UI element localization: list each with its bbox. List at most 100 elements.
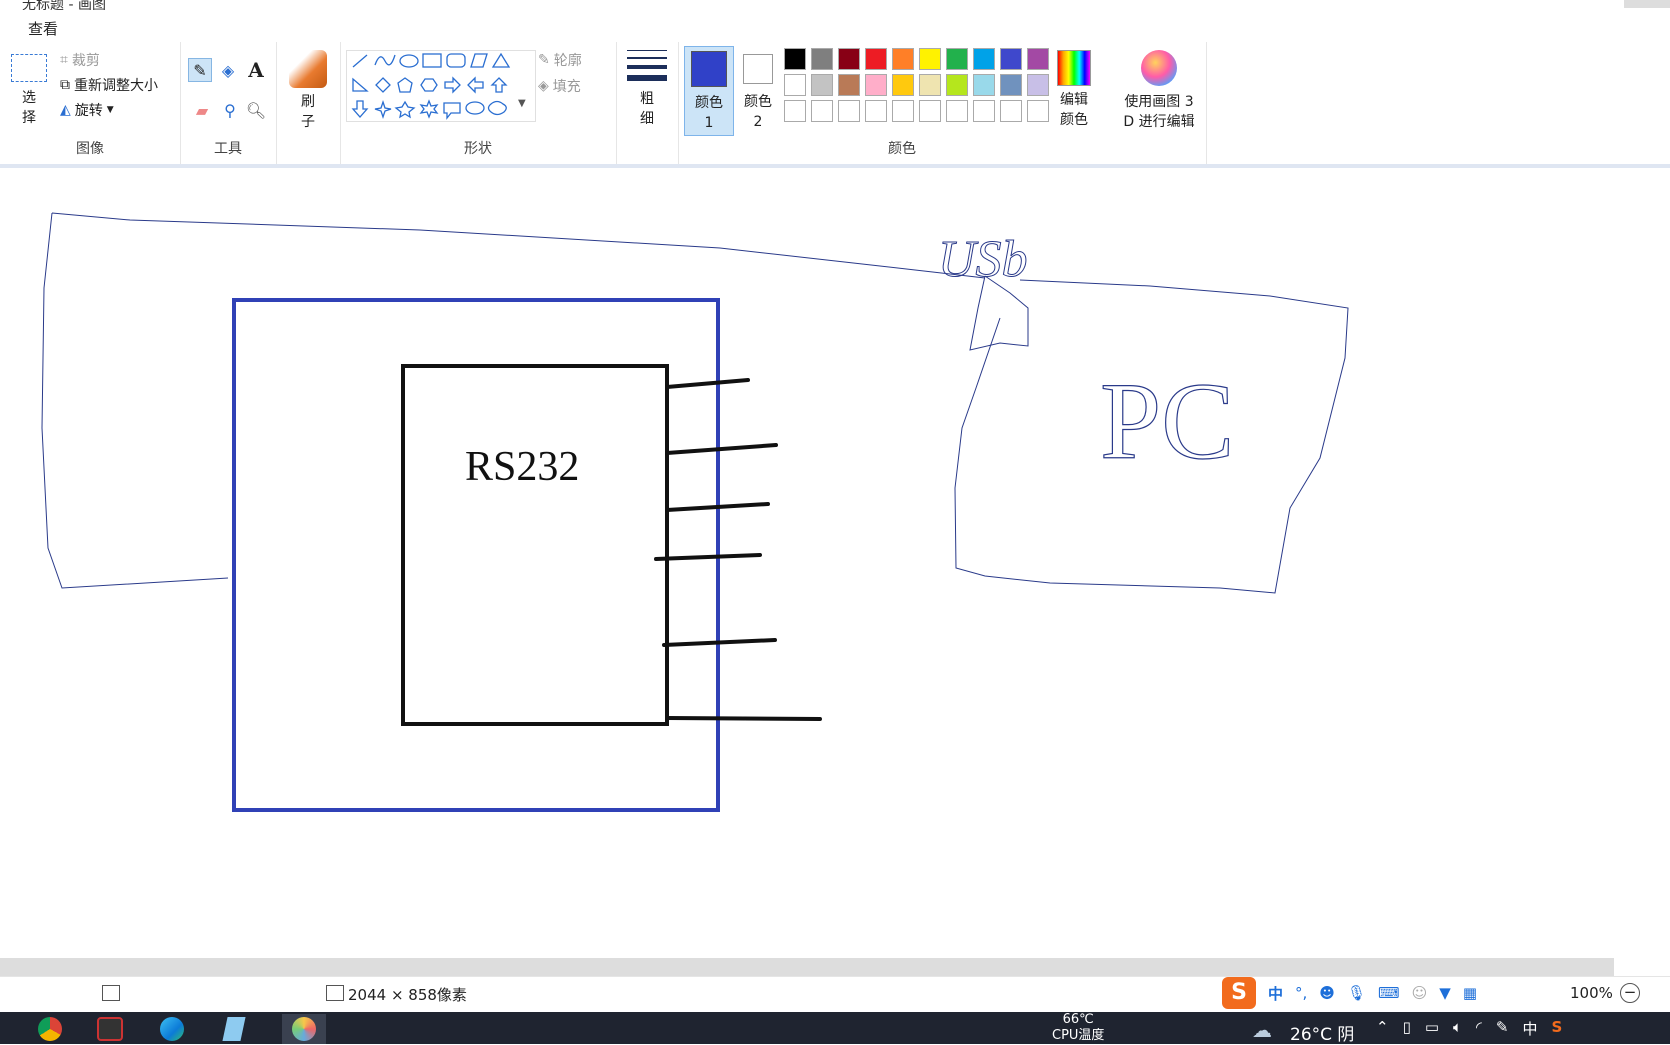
color-swatch[interactable] xyxy=(892,100,914,122)
color-swatch[interactable] xyxy=(973,48,995,70)
color-swatch[interactable] xyxy=(1027,74,1049,96)
wifi-icon[interactable]: ◜ xyxy=(1476,1018,1482,1039)
select-button[interactable]: 选择 xyxy=(10,54,48,128)
brush-button[interactable]: 刷子 xyxy=(286,50,330,132)
color-swatch[interactable] xyxy=(784,74,806,96)
color-swatch[interactable] xyxy=(1000,48,1022,70)
color-swatch[interactable] xyxy=(892,74,914,96)
app-icon[interactable] xyxy=(218,1014,250,1044)
title-bar: 无标题 - 画图 xyxy=(0,0,1670,13)
menu-bar: 查看 xyxy=(0,10,1670,42)
color2-button[interactable]: 颜色 2 xyxy=(734,46,782,134)
paint-icon[interactable] xyxy=(282,1014,326,1044)
chip-pin xyxy=(654,553,762,561)
color-swatch[interactable] xyxy=(838,74,860,96)
color-swatch[interactable] xyxy=(838,48,860,70)
color-swatch[interactable] xyxy=(973,74,995,96)
zoom-out-icon[interactable]: − xyxy=(1620,983,1640,1003)
shapes-scroll-down-icon[interactable]: ▼ xyxy=(518,98,526,109)
drawing-canvas[interactable]: USb PC RS232 xyxy=(0,168,1670,958)
color-swatch[interactable] xyxy=(784,48,806,70)
chip-pin xyxy=(662,638,777,647)
punctuation-icon[interactable]: °, xyxy=(1295,984,1307,1002)
keyboard-icon[interactable]: ⌨ xyxy=(1378,984,1400,1002)
chip-pin xyxy=(665,443,778,455)
minimize-button[interactable] xyxy=(1624,0,1670,8)
rs232-chip xyxy=(401,364,669,726)
color-swatch[interactable] xyxy=(865,48,887,70)
color-swatch[interactable] xyxy=(865,100,887,122)
user-icon[interactable]: ☺ xyxy=(1412,984,1428,1002)
chrome-icon[interactable] xyxy=(34,1014,66,1044)
edit-colors-button[interactable]: 编辑颜色 xyxy=(1054,50,1094,130)
fill-button[interactable]: ◈ 填充 xyxy=(538,76,581,96)
weather-text[interactable]: 26°C 阴 xyxy=(1290,1020,1354,1045)
select-icon xyxy=(11,54,47,82)
color-swatch[interactable] xyxy=(919,74,941,96)
outline-button[interactable]: ✎ 轮廓 xyxy=(538,50,582,70)
text-tool-icon[interactable]: A xyxy=(244,58,268,82)
color-swatch[interactable] xyxy=(919,100,941,122)
input-language[interactable]: 中 xyxy=(1522,1018,1537,1039)
paint3d-label: 使用画图 3 D 进行编辑 xyxy=(1123,94,1195,130)
microphone-icon[interactable]: 🎙︎ xyxy=(1347,984,1366,1002)
color1-button[interactable]: 颜色 1 xyxy=(684,46,734,136)
crop-button[interactable]: ⌗ 裁剪 xyxy=(60,50,100,70)
color-swatch[interactable] xyxy=(973,100,995,122)
size-button[interactable]: 粗细 xyxy=(624,50,670,129)
selection-icon xyxy=(102,985,120,1001)
color-swatch[interactable] xyxy=(838,100,860,122)
image-group-label: 图像 xyxy=(76,141,104,157)
color-swatch[interactable] xyxy=(1000,74,1022,96)
emoji-icon[interactable]: ☻ xyxy=(1319,984,1335,1002)
toolbox-icon[interactable]: ▦ xyxy=(1463,984,1477,1002)
battery-icon[interactable]: ▭ xyxy=(1425,1018,1439,1039)
canvas-drawing: USb PC RS232 xyxy=(41,212,1349,812)
fill-bucket-icon[interactable]: ◈ xyxy=(216,58,240,82)
crop-label: 裁剪 xyxy=(71,53,100,69)
color-swatch[interactable] xyxy=(784,100,806,122)
color-swatch[interactable] xyxy=(1027,48,1049,70)
color-swatch[interactable] xyxy=(811,48,833,70)
volume-icon[interactable]: 🔈︎ xyxy=(1453,1018,1462,1039)
color-swatch[interactable] xyxy=(946,74,968,96)
color-swatch[interactable] xyxy=(946,100,968,122)
pen-icon[interactable]: ✎ xyxy=(1496,1018,1509,1039)
color-swatch[interactable] xyxy=(1000,100,1022,122)
menu-view[interactable]: 查看 xyxy=(20,16,66,41)
sogou-tray-icon[interactable]: S xyxy=(1551,1018,1562,1039)
magnifier-icon[interactable]: 🔍︎ xyxy=(244,98,268,122)
ime-mode-indicator[interactable]: 中 xyxy=(1268,983,1283,1004)
rotate-button[interactable]: ◭ 旋转 ▼ xyxy=(60,100,114,120)
ime-toolbar: S 中 °, ☻ 🎙︎ ⌨ ☺ ▼ ▦ xyxy=(1222,975,1502,1011)
shapes-group: ▼ ✎ 轮廓 ◈ 填充 形状 xyxy=(340,42,617,164)
skin-icon[interactable]: ▼ xyxy=(1439,984,1451,1002)
color-swatch[interactable] xyxy=(811,100,833,122)
eraser-icon[interactable]: ▰ xyxy=(190,98,214,122)
color-swatch[interactable] xyxy=(1027,100,1049,122)
usb-label: USb xyxy=(938,231,1028,288)
color-swatch[interactable] xyxy=(919,48,941,70)
color-swatch[interactable] xyxy=(865,74,887,96)
rs232-label: RS232 xyxy=(465,444,579,490)
color-swatch[interactable] xyxy=(892,48,914,70)
sogou-icon[interactable]: S xyxy=(1222,977,1256,1009)
size-label: 粗细 xyxy=(640,91,654,127)
color1-label: 颜色 1 xyxy=(695,95,723,131)
cpu-temp-label: CPU温度 xyxy=(1052,1028,1105,1042)
usb-device-icon[interactable]: ▯ xyxy=(1403,1018,1411,1039)
paint3d-button[interactable]: 使用画图 3 D 进行编辑 xyxy=(1114,50,1204,132)
pencil-icon[interactable]: ✎ xyxy=(188,58,212,82)
color-picker-icon[interactable]: ⚲ xyxy=(218,98,242,122)
horizontal-scrollbar[interactable] xyxy=(0,958,1614,976)
color-swatch[interactable] xyxy=(811,74,833,96)
outline-icon: ✎ xyxy=(538,52,550,68)
canvas-dimensions: 2044 × 858像素 xyxy=(348,986,467,1004)
size-group: 粗细 xyxy=(616,42,679,164)
recorder-icon[interactable] xyxy=(94,1014,126,1044)
color-swatch[interactable] xyxy=(946,48,968,70)
edge-icon[interactable] xyxy=(156,1014,188,1044)
chevron-up-icon[interactable]: ⌃ xyxy=(1376,1018,1389,1039)
resize-button[interactable]: ⧉ 重新调整大小 xyxy=(60,75,158,95)
shapes-gallery[interactable] xyxy=(346,50,536,122)
